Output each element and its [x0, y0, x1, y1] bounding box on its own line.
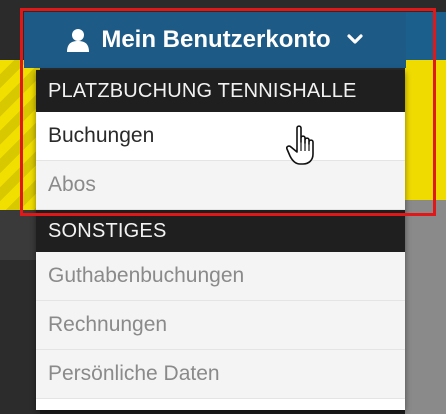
section-header-tennishalle: PLATZBUCHUNG TENNISHALLE: [36, 70, 405, 112]
menu-item-persoenliche-daten[interactable]: Persönliche Daten: [36, 350, 405, 399]
section-header-sonstiges: SONSTIGES: [36, 210, 405, 252]
background-lower-right: [405, 200, 446, 414]
account-menu-toggle[interactable]: Mein Benutzerkonto: [24, 12, 406, 68]
chevron-down-icon: [347, 34, 363, 44]
user-icon: [67, 29, 90, 52]
menu-item-guthabenbuchungen[interactable]: Guthabenbuchungen: [36, 252, 405, 301]
menu-item-abos[interactable]: Abos: [36, 161, 405, 210]
hand-pointer-cursor-icon: [286, 125, 314, 165]
background-dark-strip: [0, 210, 40, 260]
background-yellow-block: [405, 60, 446, 200]
menu-item-rechnungen[interactable]: Rechnungen: [36, 301, 405, 350]
account-menu-label: Mein Benutzerkonto: [101, 26, 331, 53]
background-lower-left: [0, 260, 40, 414]
account-dropdown-menu: PLATZBUCHUNG TENNISHALLE Buchungen Abos …: [36, 70, 405, 410]
menu-item-buchungen[interactable]: Buchungen: [36, 112, 405, 161]
